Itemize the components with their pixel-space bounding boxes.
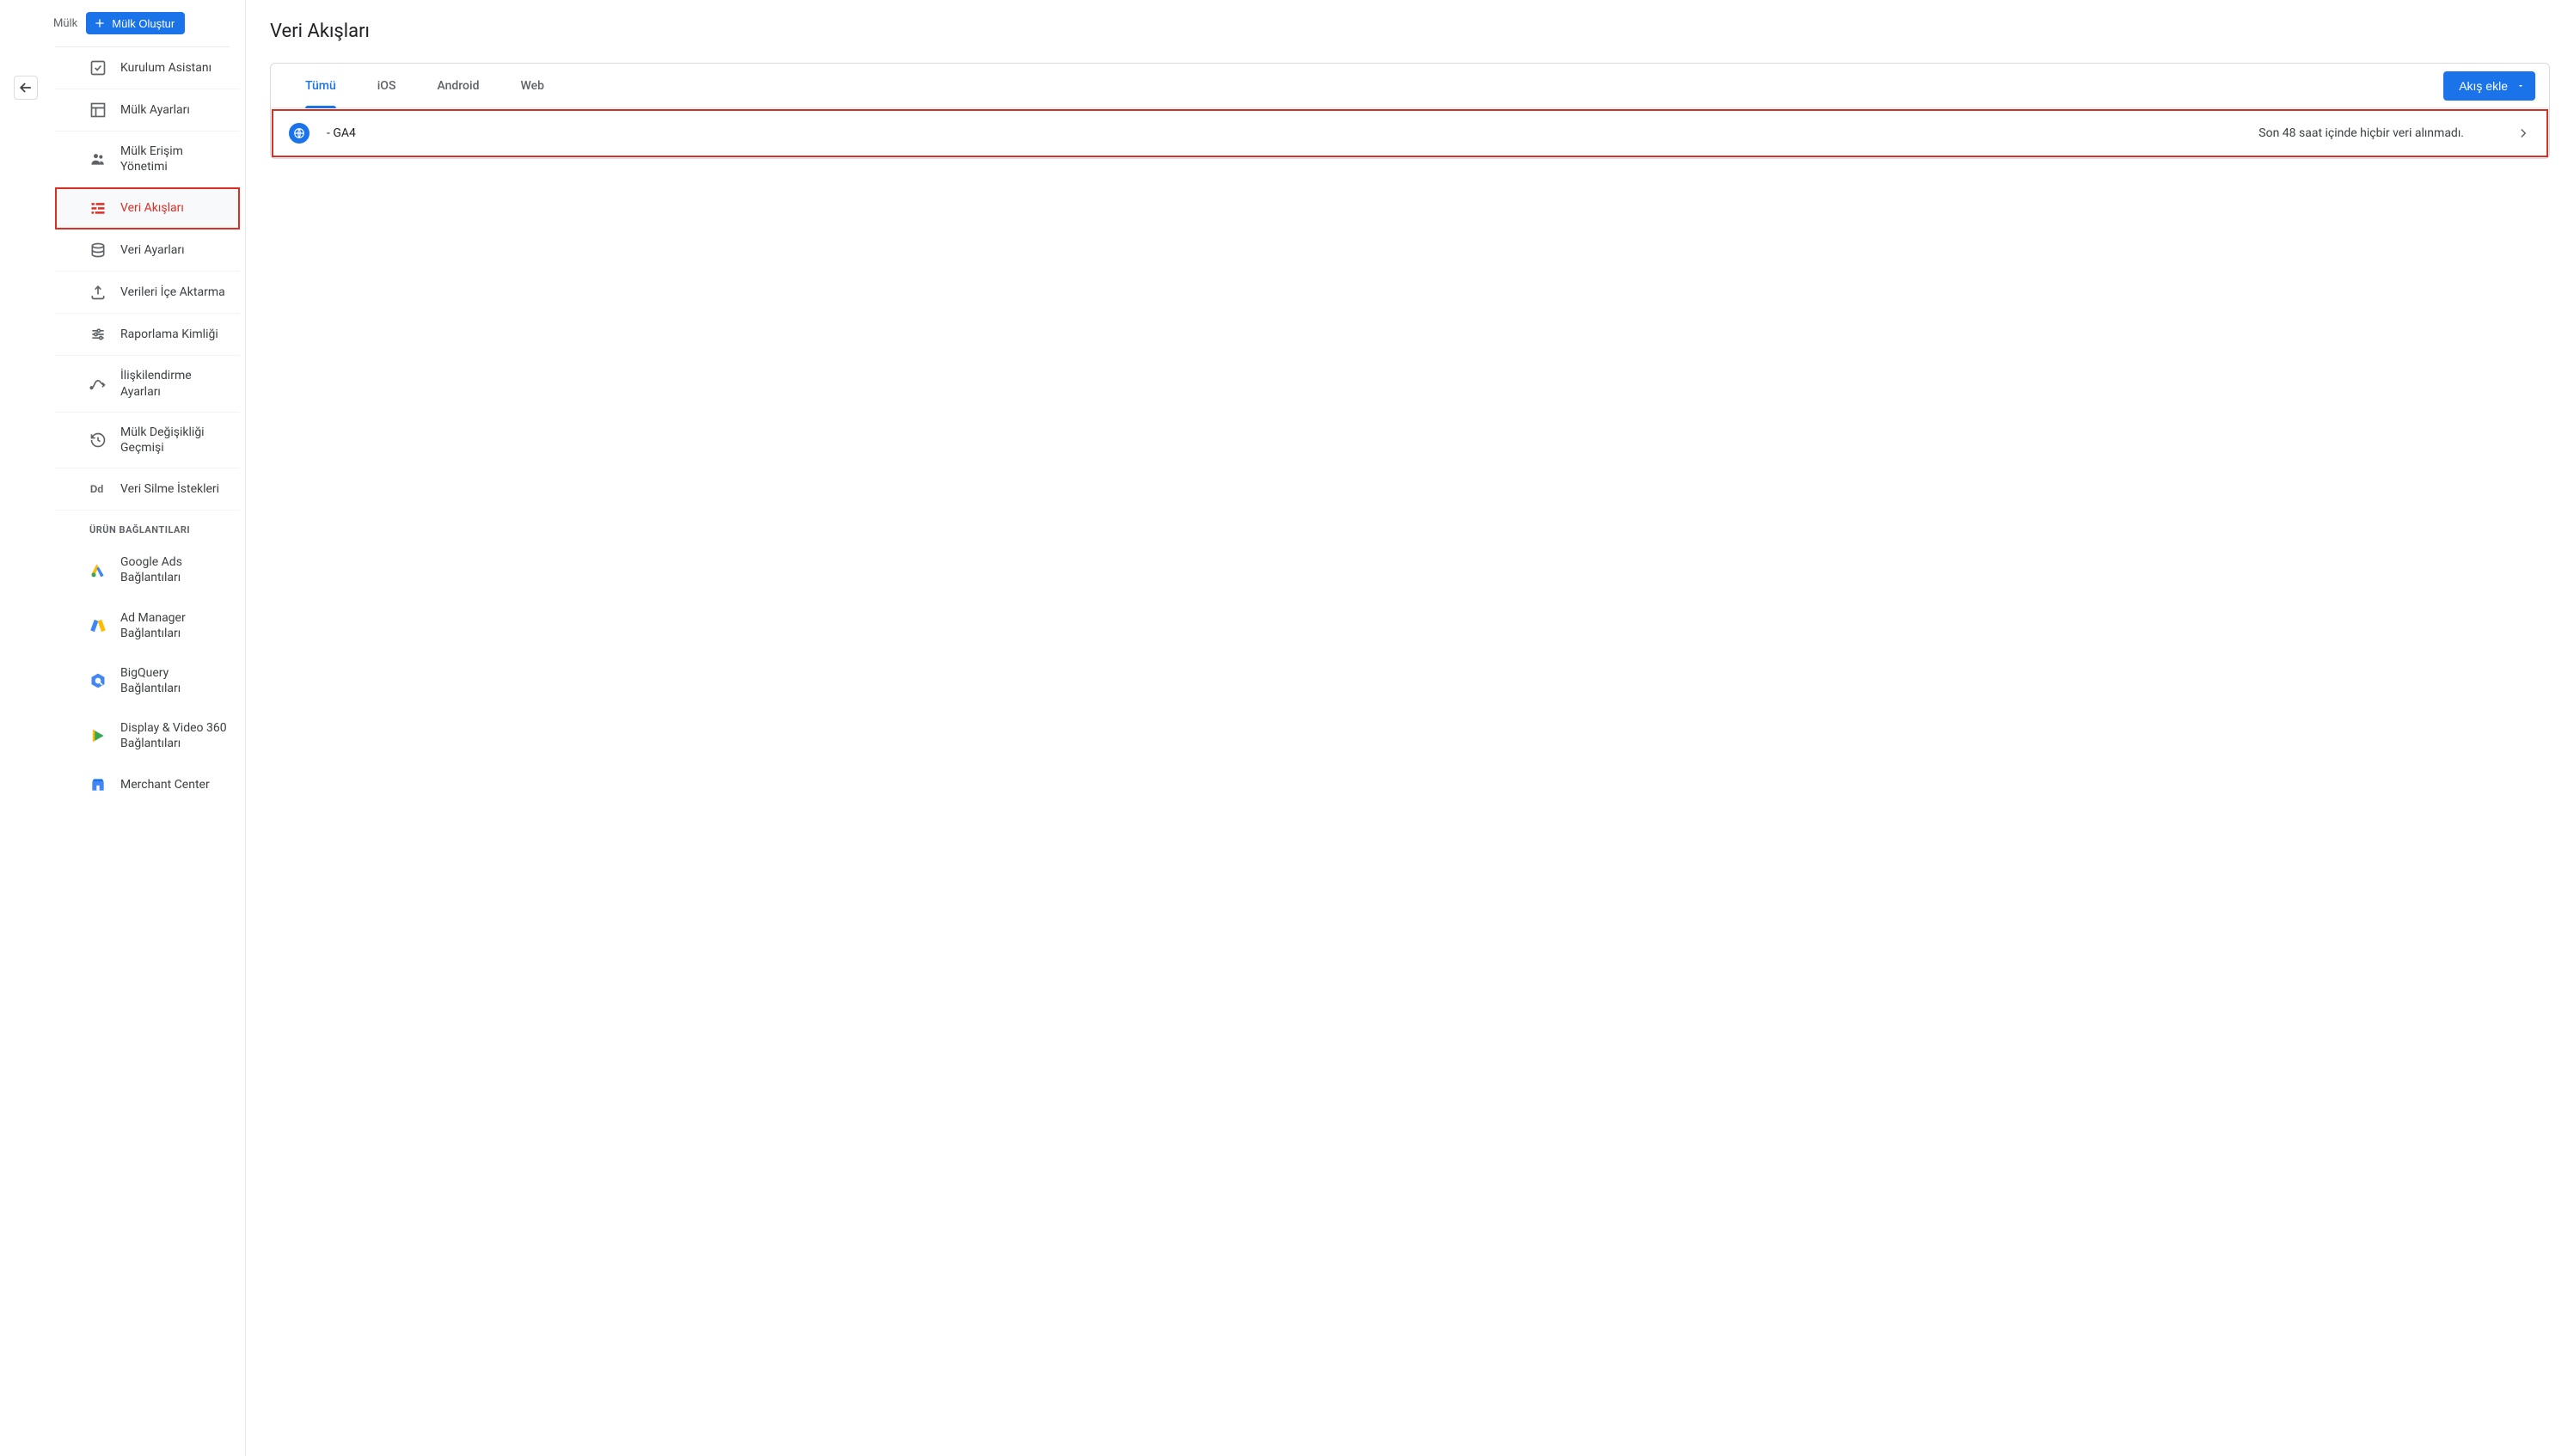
- history-icon: [89, 431, 107, 449]
- sidebar-item-label: Kurulum Asistanı: [120, 60, 211, 76]
- property-label: Mülk: [53, 17, 77, 30]
- sliders-icon: [89, 326, 107, 343]
- arrow-left-icon: [17, 79, 34, 96]
- sidebar-item-label: İlişkilendirme Ayarları: [120, 368, 230, 399]
- property-header: Mülk Mülk Oluştur: [28, 0, 240, 46]
- sidebar-item-label: Veri Akışları: [120, 200, 184, 216]
- sidebar-item-change-history[interactable]: Mülk Değişikliği Geçmişi: [55, 413, 240, 468]
- sidebar-item-label: Ad Manager Bağlantıları: [120, 610, 230, 641]
- dv360-icon: [89, 727, 107, 744]
- back-button[interactable]: [14, 76, 38, 100]
- tab-all[interactable]: Tümü: [285, 64, 357, 108]
- sidebar-item-label: Merchant Center: [120, 777, 210, 792]
- sidebar-item-label: Verileri İçe Aktarma: [120, 284, 225, 300]
- sidebar-item-label: Raporlama Kimliği: [120, 327, 218, 342]
- tab-web[interactable]: Web: [499, 64, 564, 108]
- main-content: Veri Akışları Tümü iOS Android Web Akış …: [246, 0, 2574, 1456]
- sidebar-item-label: BigQuery Bağlantıları: [120, 665, 230, 696]
- section-title-product-links: ÜRÜN BAĞLANTILARI: [55, 511, 240, 542]
- sidebar-item-setup-assistant[interactable]: Kurulum Asistanı: [55, 47, 240, 89]
- sidebar-item-property-settings[interactable]: Mülk Ayarları: [55, 89, 240, 132]
- sidebar-item-data-settings[interactable]: Veri Ayarları: [55, 229, 240, 272]
- layout-icon: [89, 101, 107, 119]
- sidebar-item-label: Mülk Erişim Yönetimi: [120, 144, 230, 174]
- sidebar-item-data-streams[interactable]: Veri Akışları: [55, 187, 240, 229]
- sidebar-item-property-access[interactable]: Mülk Erişim Yönetimi: [55, 132, 240, 187]
- sidebar: Mülk Mülk Oluştur Kurulum Asistanı Mülk …: [0, 0, 246, 1456]
- data-streams-card: Tümü iOS Android Web Akış ekle - GA4 Son…: [270, 63, 2550, 159]
- add-stream-button[interactable]: Akış ekle: [2443, 71, 2535, 101]
- sidebar-item-data-import[interactable]: Verileri İçe Aktarma: [55, 272, 240, 314]
- check-square-icon: [89, 59, 107, 76]
- stream-name: - GA4: [327, 126, 516, 140]
- sidebar-item-dv360[interactable]: Display & Video 360 Bağlantıları: [55, 708, 240, 763]
- sidebar-item-merchant-center[interactable]: Merchant Center: [55, 764, 240, 805]
- tab-label: iOS: [377, 79, 396, 93]
- stream-row[interactable]: - GA4 Son 48 saat içinde hiçbir veri alı…: [272, 109, 2548, 157]
- chevron-right-icon: [2516, 125, 2531, 141]
- globe-icon: [289, 123, 309, 144]
- path-icon: [89, 376, 107, 393]
- sidebar-item-label: Display & Video 360 Bağlantıları: [120, 720, 230, 751]
- sidebar-item-label: Mülk Ayarları: [120, 102, 190, 118]
- ad-manager-icon: [89, 617, 107, 634]
- tabs-row: Tümü iOS Android Web Akış ekle: [271, 64, 2549, 108]
- sidebar-item-label: Google Ads Bağlantıları: [120, 554, 230, 585]
- plus-icon: [93, 16, 107, 30]
- sidebar-item-label: Veri Ayarları: [120, 242, 185, 258]
- merchant-center-icon: [89, 776, 107, 793]
- create-property-button[interactable]: Mülk Oluştur: [86, 12, 185, 34]
- page-title: Veri Akışları: [270, 21, 2550, 42]
- sidebar-item-ad-manager[interactable]: Ad Manager Bağlantıları: [55, 598, 240, 653]
- data-streams-icon: [89, 199, 107, 217]
- tab-label: Android: [437, 79, 479, 93]
- sidebar-item-bigquery[interactable]: BigQuery Bağlantıları: [55, 653, 240, 708]
- tab-android[interactable]: Android: [416, 64, 499, 108]
- svg-text:Dd: Dd: [90, 484, 104, 495]
- stream-status: Son 48 saat içinde hiçbir veri alınmadı.: [2258, 126, 2464, 140]
- sidebar-item-label: Mülk Değişikliği Geçmişi: [120, 425, 230, 456]
- sidebar-item-label: Veri Silme İstekleri: [120, 481, 219, 497]
- create-property-label: Mülk Oluştur: [112, 17, 175, 30]
- add-stream-label: Akış ekle: [2459, 79, 2508, 93]
- sidebar-item-attribution-settings[interactable]: İlişkilendirme Ayarları: [55, 356, 240, 412]
- sidebar-item-data-deletion[interactable]: Dd Veri Silme İstekleri: [55, 468, 240, 511]
- tab-label: Tümü: [305, 79, 336, 93]
- tab-ios[interactable]: iOS: [357, 64, 417, 108]
- sidebar-item-google-ads[interactable]: Google Ads Bağlantıları: [55, 542, 240, 597]
- sidebar-item-reporting-identity[interactable]: Raporlama Kimliği: [55, 314, 240, 356]
- tab-label: Web: [520, 79, 543, 93]
- dd-icon: Dd: [89, 480, 107, 498]
- google-ads-icon: [89, 561, 107, 578]
- caret-down-icon: [2516, 82, 2525, 90]
- bigquery-icon: [89, 672, 107, 689]
- upload-icon: [89, 284, 107, 301]
- people-icon: [89, 150, 107, 168]
- database-icon: [89, 242, 107, 259]
